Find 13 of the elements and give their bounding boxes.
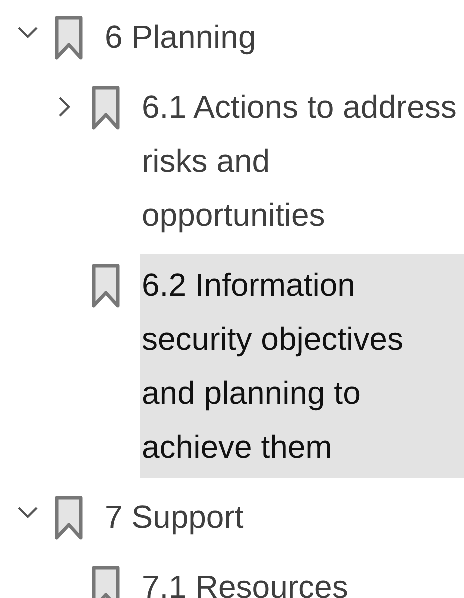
bookmark-icon [92, 264, 120, 308]
bookmark-item[interactable]: 7.1 Resources [140, 556, 464, 598]
bookmark-icon [92, 566, 120, 598]
bookmark-icon [92, 86, 120, 130]
bookmark-item[interactable]: 6 Planning [103, 6, 464, 68]
bookmark-item[interactable]: 6.2 Information security objectives and planning to achieve them [140, 254, 464, 478]
bookmark-item[interactable]: 6.1 Actions to address risks and opportunities [140, 76, 464, 246]
bookmark-icon [55, 496, 83, 540]
bookmark-item[interactable]: 7 Support [103, 486, 464, 548]
chevron-down-icon[interactable] [17, 506, 39, 520]
chevron-right-icon[interactable] [58, 96, 72, 118]
chevron-down-icon[interactable] [17, 26, 39, 40]
bookmark-icon [55, 16, 83, 60]
